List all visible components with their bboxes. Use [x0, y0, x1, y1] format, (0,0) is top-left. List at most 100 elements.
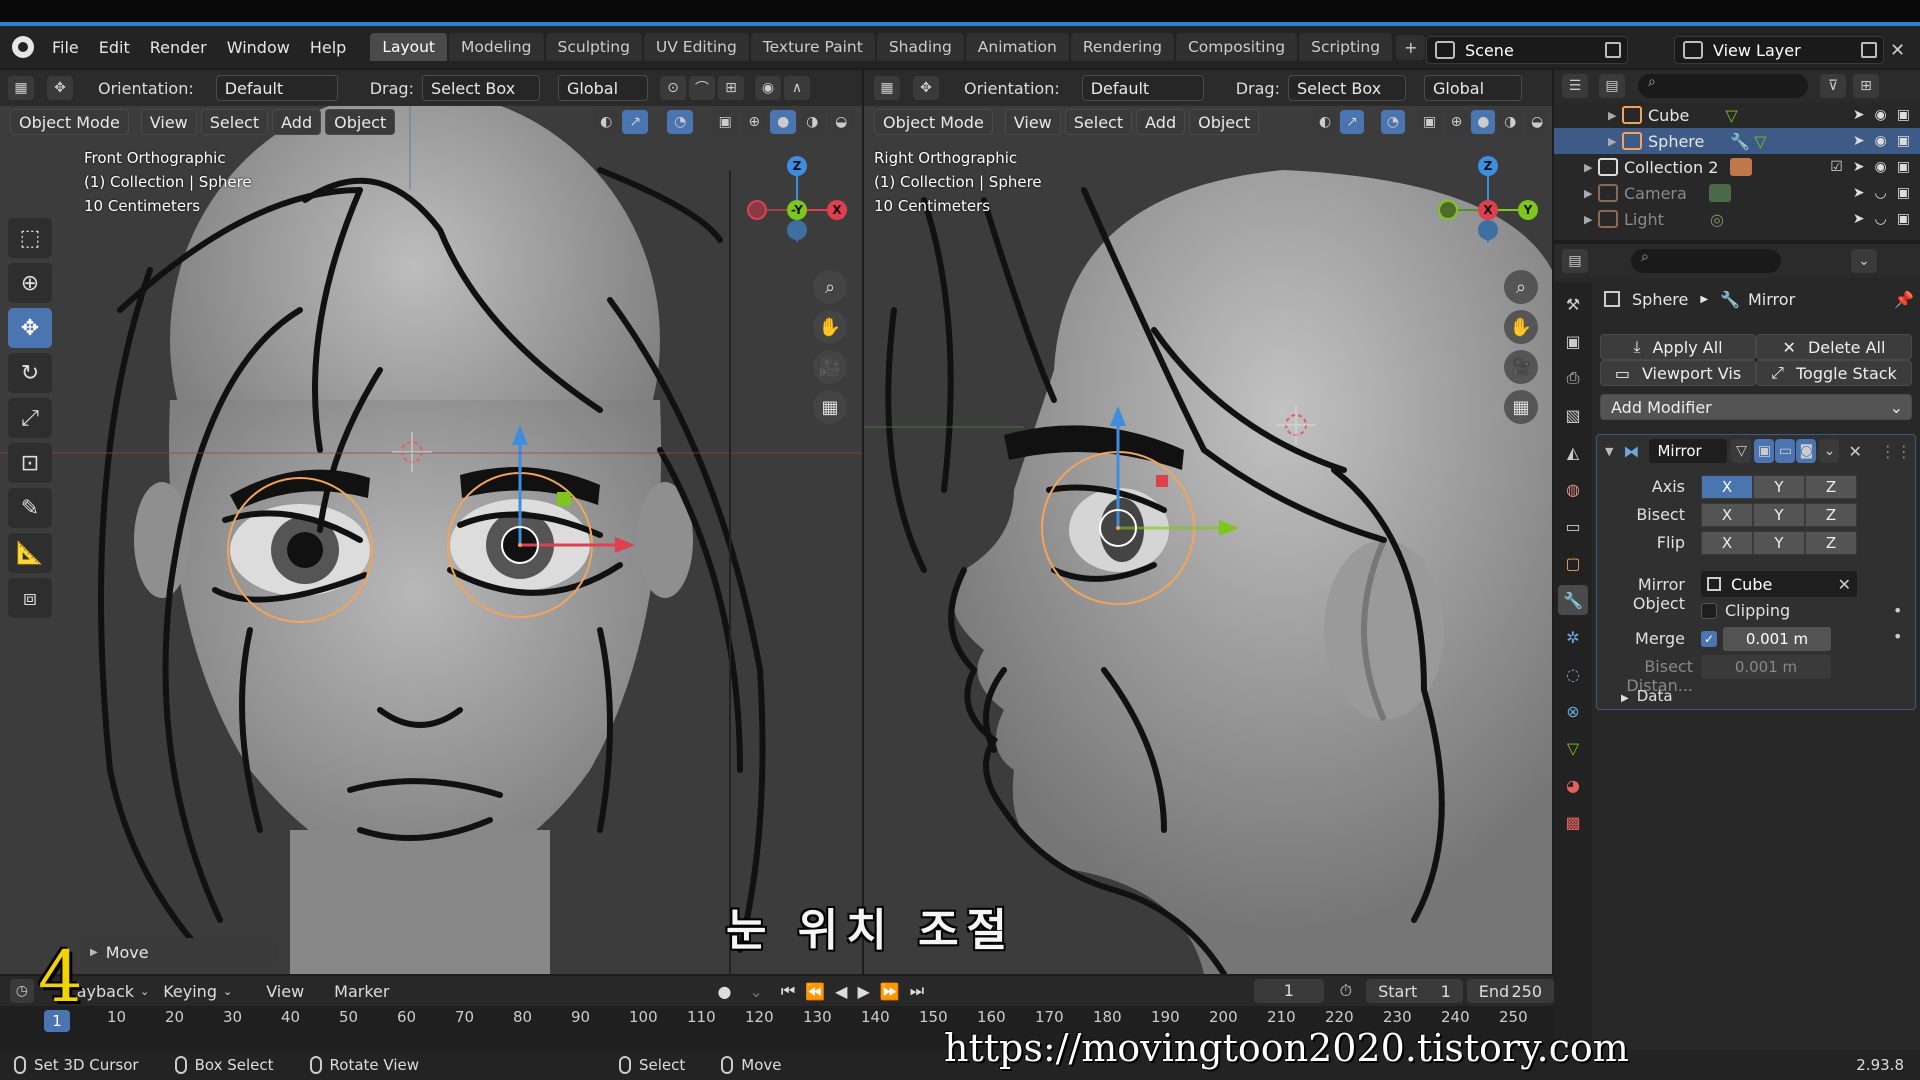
remove-modifier-icon[interactable]: ✕	[1848, 442, 1861, 461]
menu-add-right[interactable]: Add	[1136, 109, 1186, 135]
record-options-icon[interactable]: ⌄	[749, 982, 762, 1001]
eye-icon[interactable]: ◉	[1875, 133, 1887, 149]
menu-render[interactable]: Render	[140, 38, 217, 57]
expand-triangle-icon[interactable]: ▶	[1608, 135, 1622, 148]
measure-tool-icon[interactable]: 📐	[8, 533, 52, 573]
viewport-right[interactable]: ▦ ✥ Orientation: Default Drag: Select Bo…	[864, 70, 1552, 974]
eye-hidden-icon[interactable]: ◡	[1875, 185, 1887, 201]
render-icon[interactable]: ◙	[1796, 439, 1817, 463]
gizmo-r-z[interactable]: Z	[1478, 156, 1498, 176]
new-view-layer-icon[interactable]	[1861, 42, 1877, 58]
solid-shading-icon[interactable]: ●	[770, 110, 797, 134]
display-mode-icon[interactable]: ▤	[1599, 74, 1625, 98]
xray-icon-right[interactable]: ▣	[1417, 110, 1442, 134]
mirror-object-field[interactable]: Cube ✕	[1701, 571, 1857, 597]
scene-tab-icon[interactable]: ◭	[1558, 437, 1588, 467]
transform-pivot-icon-right[interactable]: ✥	[913, 76, 939, 100]
mode-dropdown[interactable]: Object Mode	[10, 109, 129, 135]
cursor-tool-icon[interactable]: ⊕	[8, 263, 52, 303]
clear-field-icon[interactable]: ✕	[1838, 575, 1851, 594]
axis-z-toggle[interactable]: Z	[1805, 475, 1857, 499]
timeline-view-menu[interactable]: View	[266, 982, 304, 1001]
menu-select[interactable]: Select	[200, 109, 269, 135]
data-tab-icon[interactable]: ▽	[1558, 733, 1588, 763]
timeline-editor-icon[interactable]: ◷	[10, 979, 34, 1003]
move-tool-icon[interactable]: ✥	[8, 308, 52, 348]
flip-y-toggle[interactable]: Y	[1753, 531, 1805, 555]
menu-view-right[interactable]: View	[1004, 109, 1061, 135]
camera-view-icon[interactable]: 🎥	[813, 350, 847, 384]
menu-select-right[interactable]: Select	[1064, 109, 1133, 135]
navigation-gizmo-right[interactable]: Z Y X	[1436, 150, 1546, 260]
timeline-marker-menu[interactable]: Marker	[334, 982, 389, 1001]
menu-object-right[interactable]: Object	[1189, 109, 1260, 135]
viewport-front[interactable]: ▦ ✥ Orientation: Default Drag: Select Bo…	[0, 70, 862, 974]
add-modifier-dropdown[interactable]: Add Modifier ⌄	[1600, 394, 1912, 420]
particles-tab-icon[interactable]: ✲	[1558, 622, 1588, 652]
properties-options-icon[interactable]: ⌄	[1851, 249, 1877, 273]
tab-animation[interactable]: Animation	[965, 33, 1069, 61]
xray-icon[interactable]: ▣	[712, 110, 739, 134]
viewport-vis-button[interactable]: ▭ Viewport Vis	[1600, 360, 1756, 386]
select-arrow-icon[interactable]: ➤	[1853, 185, 1865, 201]
tab-texture-paint[interactable]: Texture Paint	[750, 33, 875, 61]
gizmo-neg-z[interactable]	[787, 220, 807, 240]
material-tab-icon[interactable]: ◕	[1558, 770, 1588, 800]
jump-start-icon[interactable]: ⏮	[781, 981, 795, 1001]
properties-search-icon[interactable]: ⌕	[1631, 249, 1781, 273]
outliner-item-light[interactable]: ▶ Light ◎ ➤ ◡ ▣	[1554, 206, 1920, 232]
render-camera-icon[interactable]: ▣	[1897, 107, 1910, 123]
scene-selector[interactable]: Scene	[1426, 36, 1628, 64]
toggle-stack-button[interactable]: ⤢ Toggle Stack	[1756, 360, 1912, 386]
play-icon[interactable]: ▶	[857, 982, 869, 1001]
world-tab-icon[interactable]: ◍	[1558, 474, 1588, 504]
menu-file[interactable]: File	[42, 38, 89, 57]
render-camera-icon[interactable]: ▣	[1897, 159, 1910, 175]
menu-help[interactable]: Help	[300, 38, 356, 57]
texture-tab-icon[interactable]: ▩	[1558, 807, 1588, 837]
tool-tab-icon[interactable]: ⚒	[1558, 289, 1588, 319]
merge-distance-field[interactable]: 0.001 m	[1723, 627, 1831, 651]
select-arrow-icon[interactable]: ➤	[1853, 159, 1865, 175]
tab-modeling[interactable]: Modeling	[449, 33, 544, 61]
modifier-name-field[interactable]: Mirror	[1649, 439, 1728, 463]
outliner-item-sphere[interactable]: ▶ Sphere 🔧 ▽ ➤ ◉ ▣	[1554, 128, 1920, 154]
menu-view[interactable]: View	[140, 109, 197, 135]
navigation-gizmo[interactable]: Z X -Y	[745, 150, 855, 260]
tab-compositing[interactable]: Compositing	[1175, 33, 1298, 61]
playback-menu[interactable]: ayback	[77, 982, 134, 1001]
blender-logo-icon[interactable]	[12, 36, 34, 58]
frame-range-start[interactable]: Start 1	[1366, 979, 1463, 1003]
material-shading-icon-right[interactable]: ◑	[1498, 110, 1523, 134]
orientation-dropdown-right[interactable]: Default	[1081, 75, 1204, 101]
axis-y-toggle[interactable]: Y	[1753, 475, 1805, 499]
add-cube-tool-icon[interactable]: ⧈	[8, 578, 52, 618]
drag-dropdown-right[interactable]: Select Box	[1287, 75, 1406, 101]
wireframe-shading-icon-right[interactable]: ⊕	[1444, 110, 1469, 134]
jump-keyframe-forward-icon[interactable]: ⏩	[880, 982, 900, 1001]
transform-pivot-icon[interactable]: ✥	[47, 76, 73, 100]
render-camera-icon[interactable]: ▣	[1897, 211, 1910, 227]
pan-hand-icon-right[interactable]: ✋	[1504, 310, 1538, 344]
gizmo-neg-y[interactable]: -Y	[787, 200, 807, 220]
tab-scripting[interactable]: Scripting	[1299, 33, 1393, 61]
editor-type-icon-right[interactable]: ▦	[874, 76, 900, 100]
eye-icon[interactable]: ◉	[1875, 159, 1887, 175]
expand-triangle-icon[interactable]: ▶	[1584, 187, 1598, 200]
current-frame-field[interactable]: 1	[1254, 979, 1324, 1003]
delete-all-button[interactable]: ✕ Delete All	[1756, 334, 1912, 360]
orientation-dropdown[interactable]: Default	[215, 75, 338, 101]
gizmo-r-x[interactable]: X	[1478, 200, 1498, 220]
exclude-checkbox-icon[interactable]: ☑	[1830, 159, 1843, 175]
mode-dropdown-right[interactable]: Object Mode	[874, 109, 993, 135]
visibility-icon-right[interactable]: ◐	[1313, 110, 1338, 134]
proportional-edit-icon[interactable]: ◉	[754, 76, 781, 100]
tab-uv-editing[interactable]: UV Editing	[643, 33, 749, 61]
expand-triangle-icon[interactable]: ▶	[1584, 161, 1598, 174]
bisect-distance-field[interactable]: 0.001 m	[1701, 655, 1831, 679]
gizmo-r-y[interactable]: Y	[1518, 200, 1538, 220]
drag-handle-icon[interactable]: ⋮⋮	[1880, 442, 1912, 461]
gizmo-toggle-icon[interactable]: ↗	[622, 110, 649, 134]
bisect-x-toggle[interactable]: X	[1701, 503, 1753, 527]
bisect-y-toggle[interactable]: Y	[1753, 503, 1805, 527]
